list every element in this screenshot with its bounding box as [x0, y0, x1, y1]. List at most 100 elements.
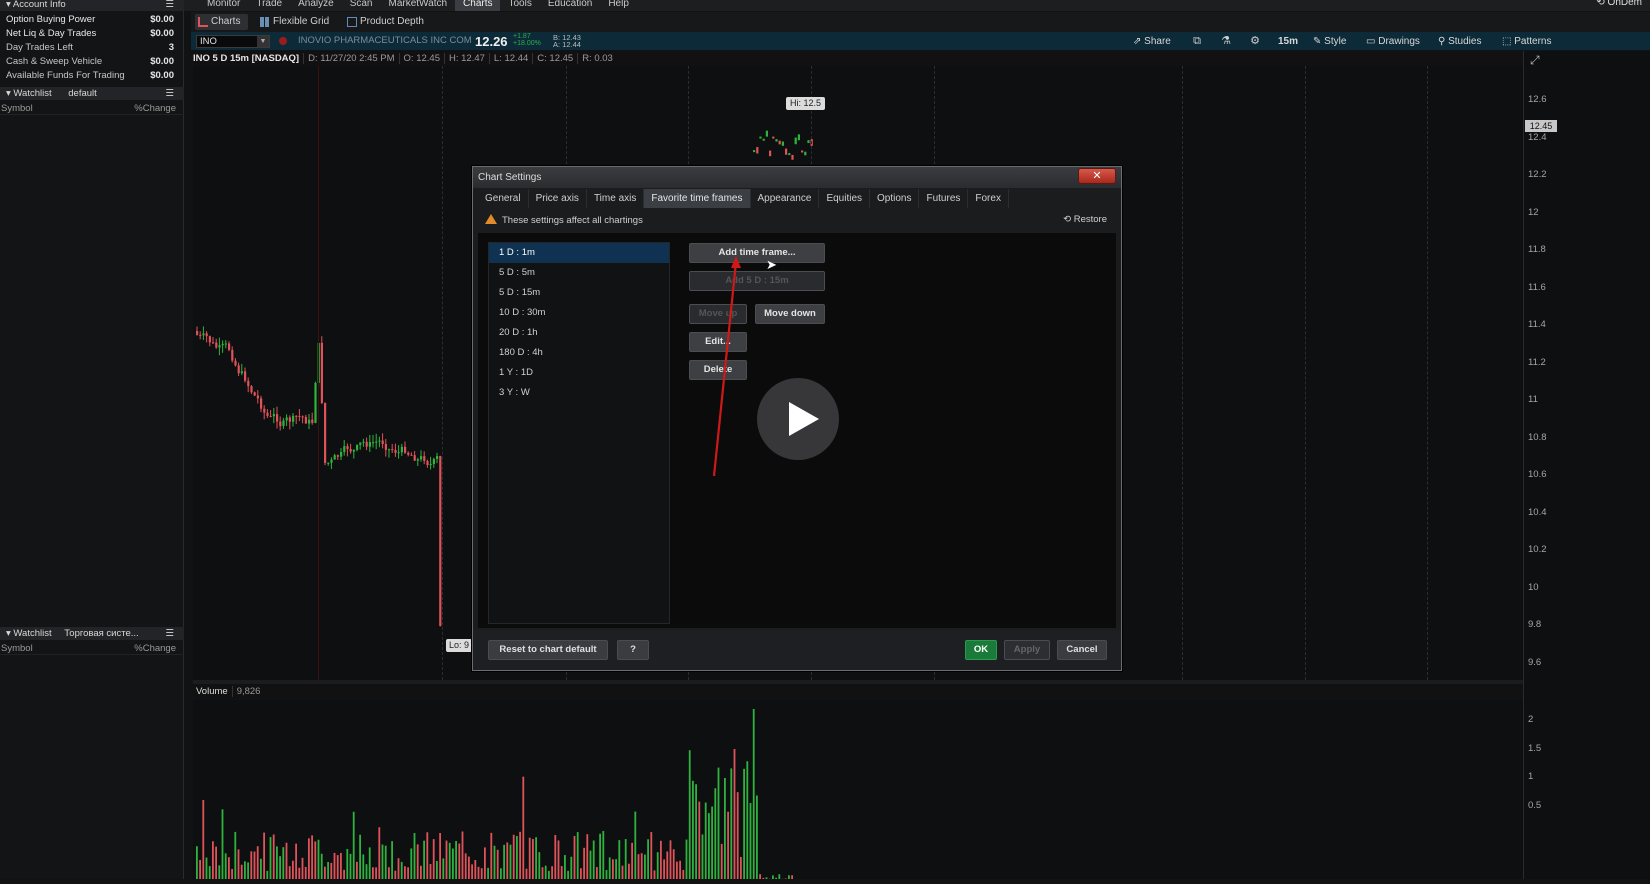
- account-info-header[interactable]: ▾ Account Info ☰: [0, 0, 184, 11]
- detach-icon[interactable]: ⧉: [1191, 35, 1203, 47]
- axis-toggle-icon[interactable]: ⤢: [1530, 53, 1540, 68]
- volume-bar: [250, 851, 252, 879]
- volume-bar: [433, 839, 435, 879]
- drawings-button[interactable]: ▭ Drawings: [1366, 35, 1420, 48]
- menu-scan[interactable]: Scan: [342, 0, 381, 11]
- patterns-button[interactable]: ⬚ Patterns: [1502, 35, 1551, 48]
- list-item[interactable]: 20 D : 1h: [489, 323, 669, 343]
- list-item[interactable]: 1 D : 1m: [489, 243, 669, 263]
- dropdown-arrow-icon[interactable]: ▼: [257, 36, 269, 47]
- close-icon: ✕: [1092, 170, 1101, 182]
- close-button[interactable]: ✕: [1078, 168, 1116, 184]
- list-item[interactable]: 3 Y : W: [489, 383, 669, 403]
- video-play-button[interactable]: [757, 378, 839, 460]
- menu-analyze[interactable]: Analyze: [290, 0, 342, 11]
- column-change[interactable]: %Change: [134, 642, 176, 655]
- gear-icon[interactable]: ⚙: [1249, 35, 1261, 47]
- menu-charts[interactable]: Charts: [455, 0, 500, 11]
- menu-tools[interactable]: Tools: [500, 0, 539, 11]
- volume-bar: [580, 868, 582, 879]
- help-button[interactable]: ?: [617, 640, 649, 660]
- grid-line: [1305, 66, 1306, 680]
- list-item[interactable]: 1 Y : 1D: [489, 363, 669, 383]
- volume-bar: [426, 832, 428, 879]
- menu-monitor[interactable]: Monitor: [199, 0, 248, 11]
- apply-button[interactable]: Apply: [1004, 640, 1050, 660]
- volume-bar: [375, 867, 377, 879]
- candle-body: [423, 456, 425, 461]
- restore-button[interactable]: ⟲ Restore: [1063, 214, 1107, 225]
- menu-help[interactable]: Help: [600, 0, 637, 11]
- move-down-button[interactable]: Move down: [755, 304, 825, 324]
- tab-general[interactable]: General: [478, 189, 529, 208]
- tab-favorite-time-frames[interactable]: Favorite time frames: [644, 189, 750, 208]
- volume-tick-label: 1.5: [1528, 743, 1541, 754]
- dialog-titlebar[interactable]: Chart Settings: [473, 167, 1121, 188]
- menu-icon[interactable]: ☰: [165, 627, 174, 640]
- volume-bar: [324, 867, 326, 879]
- watchlist-header-2[interactable]: ▾ Watchlist Торговая систе... ☰: [0, 627, 184, 640]
- ok-button[interactable]: OK: [965, 640, 997, 660]
- play-icon: [757, 378, 839, 460]
- menu-trade[interactable]: Trade: [248, 0, 290, 11]
- volume-bar: [382, 845, 384, 879]
- watchlist-name-select[interactable]: Торговая систе...: [64, 628, 138, 639]
- studies-button[interactable]: ⚲ Studies: [1438, 35, 1481, 48]
- candle-body: [209, 336, 211, 342]
- add-time-frame-button[interactable]: Add time frame...: [689, 243, 825, 263]
- menu-marketwatch[interactable]: MarketWatch: [381, 0, 456, 11]
- menu-icon[interactable]: ☰: [165, 87, 174, 100]
- menu-icon[interactable]: ☰: [165, 0, 174, 11]
- tab-forex[interactable]: Forex: [968, 189, 1009, 208]
- share-button[interactable]: ⇗ Share: [1133, 35, 1171, 48]
- edit-button[interactable]: Edit...: [689, 332, 747, 352]
- flask-icon[interactable]: ⚗: [1220, 35, 1232, 47]
- list-item[interactable]: 5 D : 15m: [489, 283, 669, 303]
- column-change[interactable]: %Change: [134, 102, 176, 115]
- menu-education[interactable]: Education: [540, 0, 600, 11]
- symbol-input[interactable]: INO▼: [196, 35, 270, 48]
- volume-bar: [622, 866, 624, 879]
- watchlist-header[interactable]: ▾ Watchlist default ☰: [0, 87, 184, 100]
- tab-options[interactable]: Options: [870, 189, 919, 208]
- reset-to-default-button[interactable]: Reset to chart default: [488, 640, 608, 660]
- time-frame-list[interactable]: 1 D : 1m 5 D : 5m 5 D : 15m 10 D : 30m 2…: [488, 242, 670, 624]
- volume-bar: [295, 844, 297, 879]
- warning-icon: [485, 214, 497, 224]
- tab-product-depth[interactable]: Product Depth: [344, 14, 424, 30]
- tab-time-axis[interactable]: Time axis: [587, 189, 644, 208]
- tab-flexible-grid[interactable]: Flexible Grid: [257, 14, 329, 30]
- candle-body: [327, 463, 329, 464]
- volume-bar: [609, 857, 611, 879]
- volume-bar: [714, 788, 716, 879]
- style-button[interactable]: ✎ Style: [1313, 35, 1346, 48]
- tab-appearance[interactable]: Appearance: [751, 189, 820, 208]
- candle-body: [314, 383, 316, 423]
- column-symbol[interactable]: Symbol: [1, 103, 33, 114]
- watchlist-name-select[interactable]: default: [68, 88, 97, 99]
- tab-equities[interactable]: Equities: [819, 189, 870, 208]
- account-row-value: $0.00: [150, 27, 174, 41]
- candle-body: [286, 417, 288, 420]
- candle-body: [417, 459, 419, 460]
- list-item[interactable]: 180 D : 4h: [489, 343, 669, 363]
- volume-bar: [660, 841, 662, 879]
- volume-bar: [503, 845, 505, 879]
- cancel-button[interactable]: Cancel: [1057, 640, 1107, 660]
- volume-chart[interactable]: [193, 700, 1523, 879]
- bar-range: R: 0.03: [582, 53, 613, 64]
- list-item[interactable]: 10 D : 30m: [489, 303, 669, 323]
- ondemand-button[interactable]: ⟲ OnDem: [1596, 0, 1642, 8]
- candle-body: [366, 442, 368, 447]
- candle-body: [292, 416, 294, 422]
- delete-button[interactable]: Delete: [689, 360, 747, 380]
- volume-bar: [650, 832, 652, 879]
- list-item[interactable]: 5 D : 5m: [489, 263, 669, 283]
- add-current-time-frame-button[interactable]: Add 5 D : 15m: [689, 271, 825, 291]
- tab-price-axis[interactable]: Price axis: [529, 189, 587, 208]
- timeframe-button[interactable]: 15m: [1278, 35, 1298, 48]
- tab-charts[interactable]: Charts: [195, 14, 248, 30]
- tab-futures[interactable]: Futures: [919, 189, 968, 208]
- column-symbol[interactable]: Symbol: [1, 643, 33, 654]
- move-up-button[interactable]: Move up: [689, 304, 747, 324]
